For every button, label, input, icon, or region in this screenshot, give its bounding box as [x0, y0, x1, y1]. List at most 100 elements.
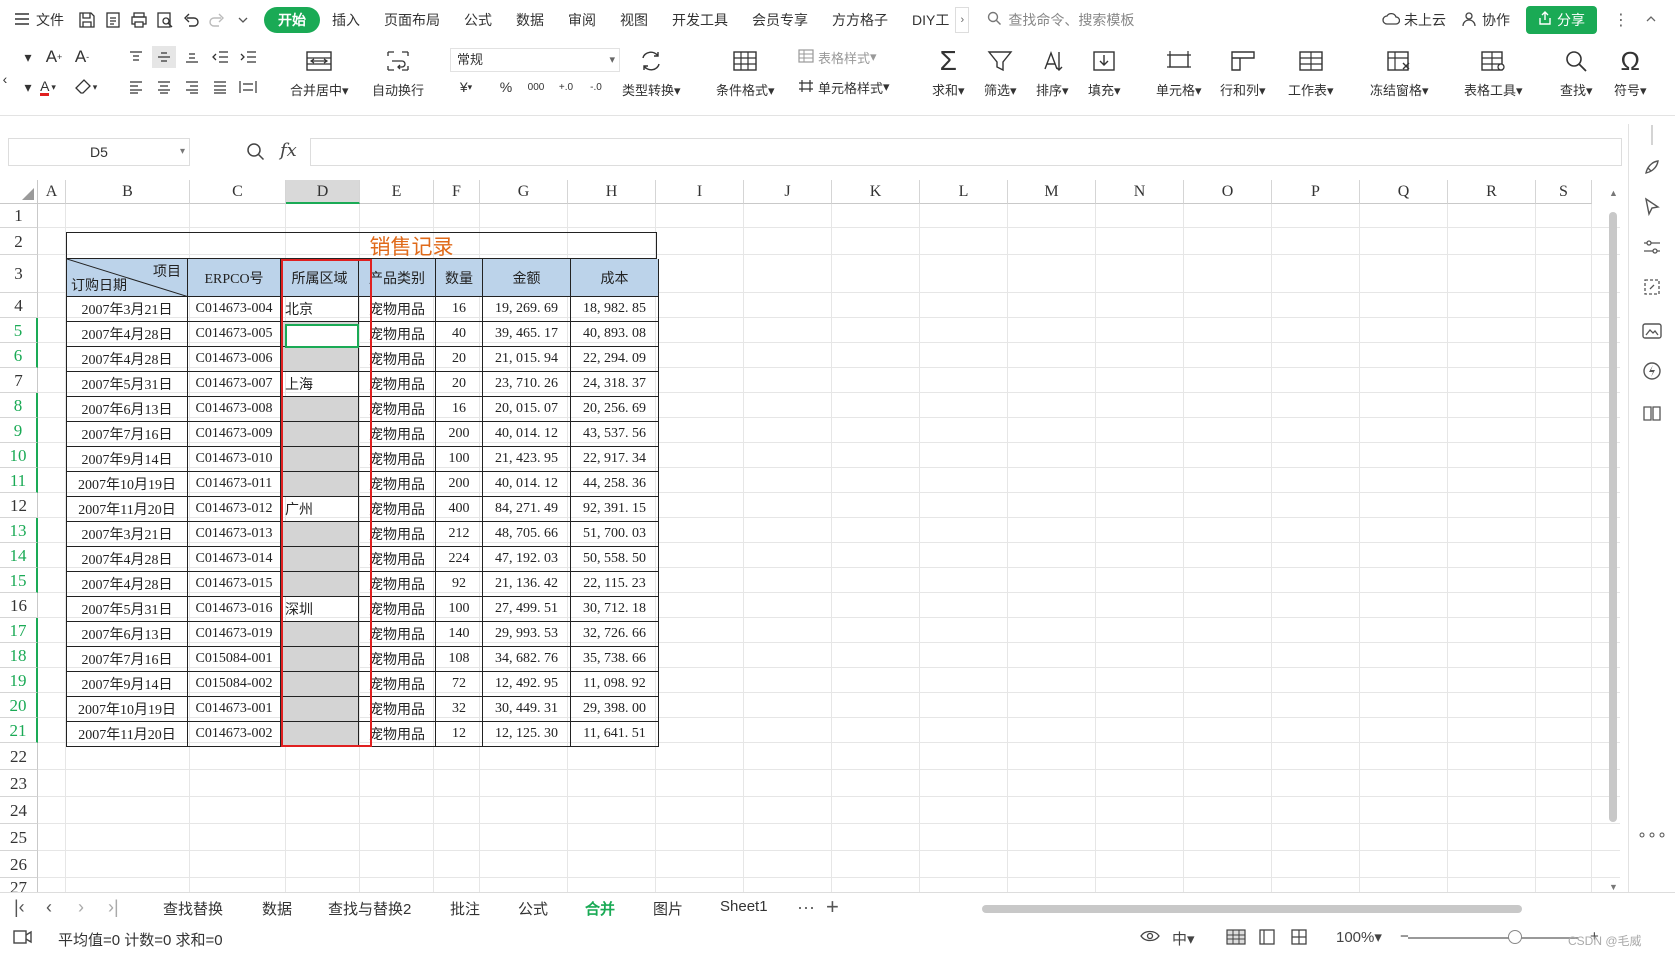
- horizontal-scroll-thumb[interactable]: [982, 905, 1522, 913]
- date-cell[interactable]: 2007年6月13日: [66, 397, 188, 422]
- sum-button[interactable]: Σ 求和▾: [932, 44, 965, 99]
- align-bottom-icon[interactable]: [180, 46, 204, 68]
- date-cell[interactable]: 2007年3月21日: [66, 297, 188, 322]
- row-header-27[interactable]: 27: [0, 878, 38, 892]
- conditional-format-button[interactable]: 条件格式▾: [716, 44, 775, 99]
- quantity-cell[interactable]: 400: [436, 497, 483, 522]
- cost-cell[interactable]: 51, 700. 03: [571, 522, 659, 547]
- row-header-2[interactable]: 2: [0, 228, 38, 255]
- region-cell[interactable]: [281, 472, 359, 497]
- erpco-cell[interactable]: C015084-002: [188, 672, 281, 697]
- align-right-icon[interactable]: [180, 76, 204, 98]
- align-middle-icon[interactable]: [152, 46, 176, 68]
- erpco-cell[interactable]: C014673-016: [188, 597, 281, 622]
- tab-view[interactable]: 视图: [608, 7, 660, 33]
- redo-icon[interactable]: [204, 7, 230, 33]
- row-header-24[interactable]: 24: [0, 797, 38, 824]
- column-header-H[interactable]: H: [568, 180, 656, 204]
- find-button[interactable]: 查找▾: [1560, 44, 1593, 99]
- font-size-dropdown-icon[interactable]: ▾: [16, 46, 40, 68]
- book-icon[interactable]: [1641, 402, 1663, 424]
- quantity-cell[interactable]: 200: [436, 472, 483, 497]
- tab-member[interactable]: 会员专享: [740, 7, 820, 33]
- quantity-cell[interactable]: 108: [436, 647, 483, 672]
- row-header-18[interactable]: 18: [0, 643, 38, 668]
- row-header-16[interactable]: 16: [0, 593, 38, 618]
- row-header-4[interactable]: 4: [0, 293, 38, 318]
- cost-cell[interactable]: 22, 917. 34: [571, 447, 659, 472]
- quantity-cell[interactable]: 200: [436, 422, 483, 447]
- table-header-cell[interactable]: 金额: [483, 259, 571, 297]
- sliders-icon[interactable]: [1641, 236, 1663, 258]
- column-header-E[interactable]: E: [360, 180, 434, 204]
- align-left-icon[interactable]: [124, 76, 148, 98]
- erpco-cell[interactable]: C015084-001: [188, 647, 281, 672]
- quantity-cell[interactable]: 20: [436, 372, 483, 397]
- region-cell[interactable]: [281, 647, 359, 672]
- filter-button[interactable]: 筛选▾: [984, 44, 1017, 99]
- transform-icon[interactable]: [1641, 276, 1663, 298]
- quantity-cell[interactable]: 72: [436, 672, 483, 697]
- column-header-A[interactable]: A: [38, 180, 66, 204]
- region-cell[interactable]: [281, 622, 359, 647]
- print-icon[interactable]: [126, 7, 152, 33]
- quantity-cell[interactable]: 12: [436, 722, 483, 747]
- row-header-19[interactable]: 19: [0, 668, 38, 693]
- distributed-align-icon[interactable]: [236, 76, 260, 98]
- category-cell[interactable]: 宠物用品: [359, 597, 436, 622]
- row-header-14[interactable]: 14: [0, 543, 38, 568]
- increase-font-icon[interactable]: A +: [42, 46, 66, 68]
- row-header-6[interactable]: 6: [0, 343, 38, 368]
- category-cell[interactable]: 宠物用品: [359, 297, 436, 322]
- erpco-cell[interactable]: C014673-014: [188, 547, 281, 572]
- sheet-tab[interactable]: 批注: [450, 898, 480, 919]
- table-style-button[interactable]: 表格样式 ▾: [798, 46, 908, 68]
- tab-data[interactable]: 数据: [504, 7, 556, 33]
- tab-fangfang[interactable]: 方方格子: [820, 7, 900, 33]
- scroll-down-icon[interactable]: ▼: [1609, 882, 1618, 892]
- cost-cell[interactable]: 40, 893. 08: [571, 322, 659, 347]
- eye-protection-icon[interactable]: [1140, 928, 1160, 948]
- table-header-cell[interactable]: 所属区域: [281, 259, 359, 297]
- row-header-5[interactable]: 5: [0, 318, 38, 343]
- region-cell[interactable]: 深圳: [281, 597, 359, 622]
- zoom-slider-knob[interactable]: [1508, 930, 1522, 944]
- date-cell[interactable]: 2007年6月13日: [66, 622, 188, 647]
- erpco-cell[interactable]: C014673-012: [188, 497, 281, 522]
- quantity-cell[interactable]: 140: [436, 622, 483, 647]
- erpco-cell[interactable]: C014673-002: [188, 722, 281, 747]
- column-header-K[interactable]: K: [832, 180, 920, 204]
- wrap-text-button[interactable]: 自动换行: [372, 44, 424, 99]
- erpco-cell[interactable]: C014673-011: [188, 472, 281, 497]
- collaborate-button[interactable]: 协作: [1462, 10, 1510, 30]
- amount-cell[interactable]: 47, 192. 03: [483, 547, 571, 572]
- decrease-font-icon[interactable]: A-: [70, 46, 94, 68]
- date-cell[interactable]: 2007年4月28日: [66, 572, 188, 597]
- ribbon-scroll-left-icon[interactable]: ‹: [0, 68, 10, 90]
- image-tools-icon[interactable]: [1641, 320, 1663, 342]
- quantity-cell[interactable]: 224: [436, 547, 483, 572]
- row-header-26[interactable]: 26: [0, 851, 38, 878]
- cost-cell[interactable]: 20, 256. 69: [571, 397, 659, 422]
- category-cell[interactable]: 宠物用品: [359, 647, 436, 672]
- amount-cell[interactable]: 40, 014. 12: [483, 422, 571, 447]
- increase-indent-icon[interactable]: [236, 46, 260, 68]
- date-cell[interactable]: 2007年11月20日: [66, 722, 188, 747]
- cost-cell[interactable]: 22, 115. 23: [571, 572, 659, 597]
- macro-record-icon[interactable]: [12, 928, 32, 949]
- amount-cell[interactable]: 30, 449. 31: [483, 697, 571, 722]
- more-vertical-icon[interactable]: ⋮: [1613, 10, 1629, 30]
- row-header-9[interactable]: 9: [0, 418, 38, 443]
- category-cell[interactable]: 宠物用品: [359, 322, 436, 347]
- sheet-tab-active[interactable]: 合并: [580, 898, 620, 925]
- row-header-3[interactable]: 3: [0, 255, 38, 293]
- export-pdf-icon[interactable]: [100, 7, 126, 33]
- number-format-select[interactable]: 常规: [450, 48, 620, 72]
- currency-icon[interactable]: ¥ ▾: [454, 76, 478, 98]
- print-preview-icon[interactable]: [152, 7, 178, 33]
- command-search[interactable]: 查找命令、搜索模板: [987, 10, 1134, 30]
- formula-input[interactable]: [310, 138, 1622, 166]
- region-cell[interactable]: [281, 347, 359, 372]
- table-title[interactable]: 销售记录: [66, 232, 657, 259]
- sheet-tab[interactable]: 数据: [262, 898, 292, 919]
